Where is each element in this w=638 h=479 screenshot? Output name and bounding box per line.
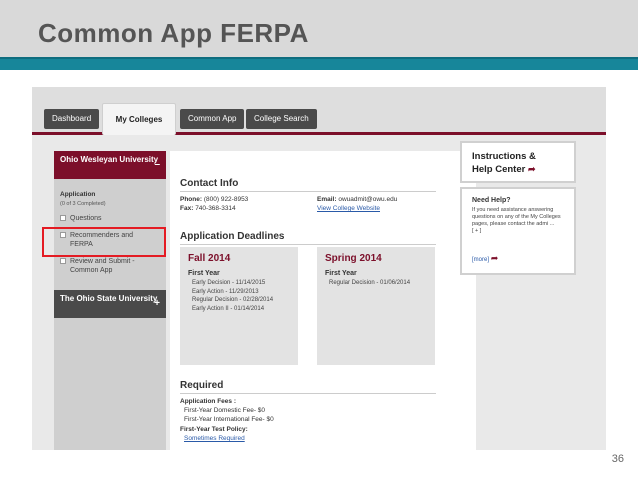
deadline-item: Regular Decision - 02/28/2014 [192, 297, 274, 303]
tab-bar: Dashboard My Colleges Common App College… [32, 87, 606, 135]
term-subtitle: First Year [325, 270, 357, 277]
deadline-item: Early Action II - 01/14/2014 [192, 305, 265, 312]
college-header-ohio-state[interactable]: The Ohio State University + [54, 290, 166, 318]
more-label: [more] [472, 257, 490, 263]
application-label: Application [60, 191, 96, 198]
checkbox-icon [60, 258, 66, 265]
more-link[interactable]: [more] ➦ [472, 253, 498, 264]
phone-line: Phone: (800) 922-8953 [180, 195, 248, 204]
deadline-item: Regular Decision - 01/06/2014 [329, 280, 411, 286]
view-website-link[interactable]: View College Website [317, 204, 380, 213]
application-progress: (0 of 3 Completed) [60, 201, 106, 207]
slide: Common App FERPA Dashboard My Colleges C… [0, 0, 638, 479]
term-title: Spring 2014 [325, 253, 382, 264]
tab-common-app[interactable]: Common App [180, 109, 245, 129]
phone-label: Phone: [180, 196, 203, 203]
expand-link[interactable]: [ + ] [472, 228, 481, 234]
divider [180, 191, 436, 192]
college-name: Ohio Wesleyan University [60, 155, 159, 164]
deadline-item: Early Action - 11/29/2013 [192, 288, 259, 295]
term-title: Fall 2014 [188, 253, 231, 264]
expand-icon[interactable]: + [154, 298, 160, 309]
sidebar-item-questions[interactable]: Questions [60, 214, 160, 223]
slide-header: Common App FERPA [0, 0, 638, 57]
highlight-box [42, 227, 166, 257]
slide-title: Common App FERPA [38, 18, 309, 48]
fee-item: First-Year Domestic Fee- $0 [184, 407, 266, 414]
phone-value: (800) 922-8953 [203, 196, 249, 203]
divider [180, 244, 436, 245]
college-sidebar: Ohio Wesleyan University – Application (… [54, 151, 166, 450]
term-subtitle: First Year [188, 270, 220, 277]
arrow-icon: ➦ [490, 253, 499, 263]
fax-value: 740-368-3314 [195, 205, 236, 212]
fall-term-card: Fall 2014 First Year Early Decision - 11… [180, 247, 298, 365]
collapse-icon[interactable]: – [154, 159, 160, 170]
test-policy-label: First-Year Test Policy: [180, 426, 248, 433]
tab-dashboard[interactable]: Dashboard [44, 109, 100, 129]
page-number: 36 [611, 453, 624, 465]
fax-label: Fax: [180, 205, 194, 212]
deadline-item: Early Decision - 11/14/2015 [192, 280, 266, 286]
need-help-title: Need Help? [472, 197, 511, 204]
help-body: If you need assistance answering questio… [472, 207, 561, 227]
test-policy-link[interactable]: Sometimes Required [184, 434, 245, 443]
need-help-panel: Need Help? If you need assistance answer… [460, 187, 576, 275]
contact-info-title: Contact Info [180, 178, 239, 189]
divider [180, 393, 436, 394]
tab-college-search[interactable]: College Search [246, 109, 317, 129]
email-value: owuadmit@owu.edu [338, 196, 398, 203]
tab-my-colleges[interactable]: My Colleges [102, 103, 176, 135]
arrow-icon: ➦ [527, 164, 536, 174]
college-header-ohio-wesleyan[interactable]: Ohio Wesleyan University – [54, 151, 166, 179]
email-line: Email: owuadmit@owu.edu [317, 195, 397, 204]
deadlines-title: Application Deadlines [180, 231, 285, 242]
help-title-line1: Instructions & [472, 151, 536, 162]
required-title: Required [180, 380, 224, 391]
teal-divider [0, 57, 638, 70]
fee-item: First-Year International Fee- $0 [184, 416, 274, 423]
sidebar-item-review-submit[interactable]: Review and Submit - Common App [60, 257, 160, 275]
screenshot: Dashboard My Colleges Common App College… [32, 87, 606, 450]
need-help-text: If you need assistance answering questio… [472, 207, 572, 235]
instructions-help-panel[interactable]: Instructions & Help Center ➦ [460, 141, 576, 183]
checkbox-icon [60, 215, 66, 222]
fees-label: Application Fees : [180, 398, 236, 405]
spring-term-card: Spring 2014 First Year Regular Decision … [317, 247, 435, 365]
email-label: Email: [317, 196, 337, 203]
sidebar-item-label: Review and Submit - Common App [70, 258, 135, 274]
fax-line: Fax: 740-368-3314 [180, 204, 236, 213]
help-center-title: Instructions & Help Center ➦ [472, 151, 536, 176]
college-content: Contact Info Phone: (800) 922-8953 Fax: … [170, 151, 476, 450]
college-name: The Ohio State University [60, 294, 158, 303]
help-title-line2: Help Center [472, 164, 526, 175]
sidebar-item-label: Questions [70, 215, 102, 222]
